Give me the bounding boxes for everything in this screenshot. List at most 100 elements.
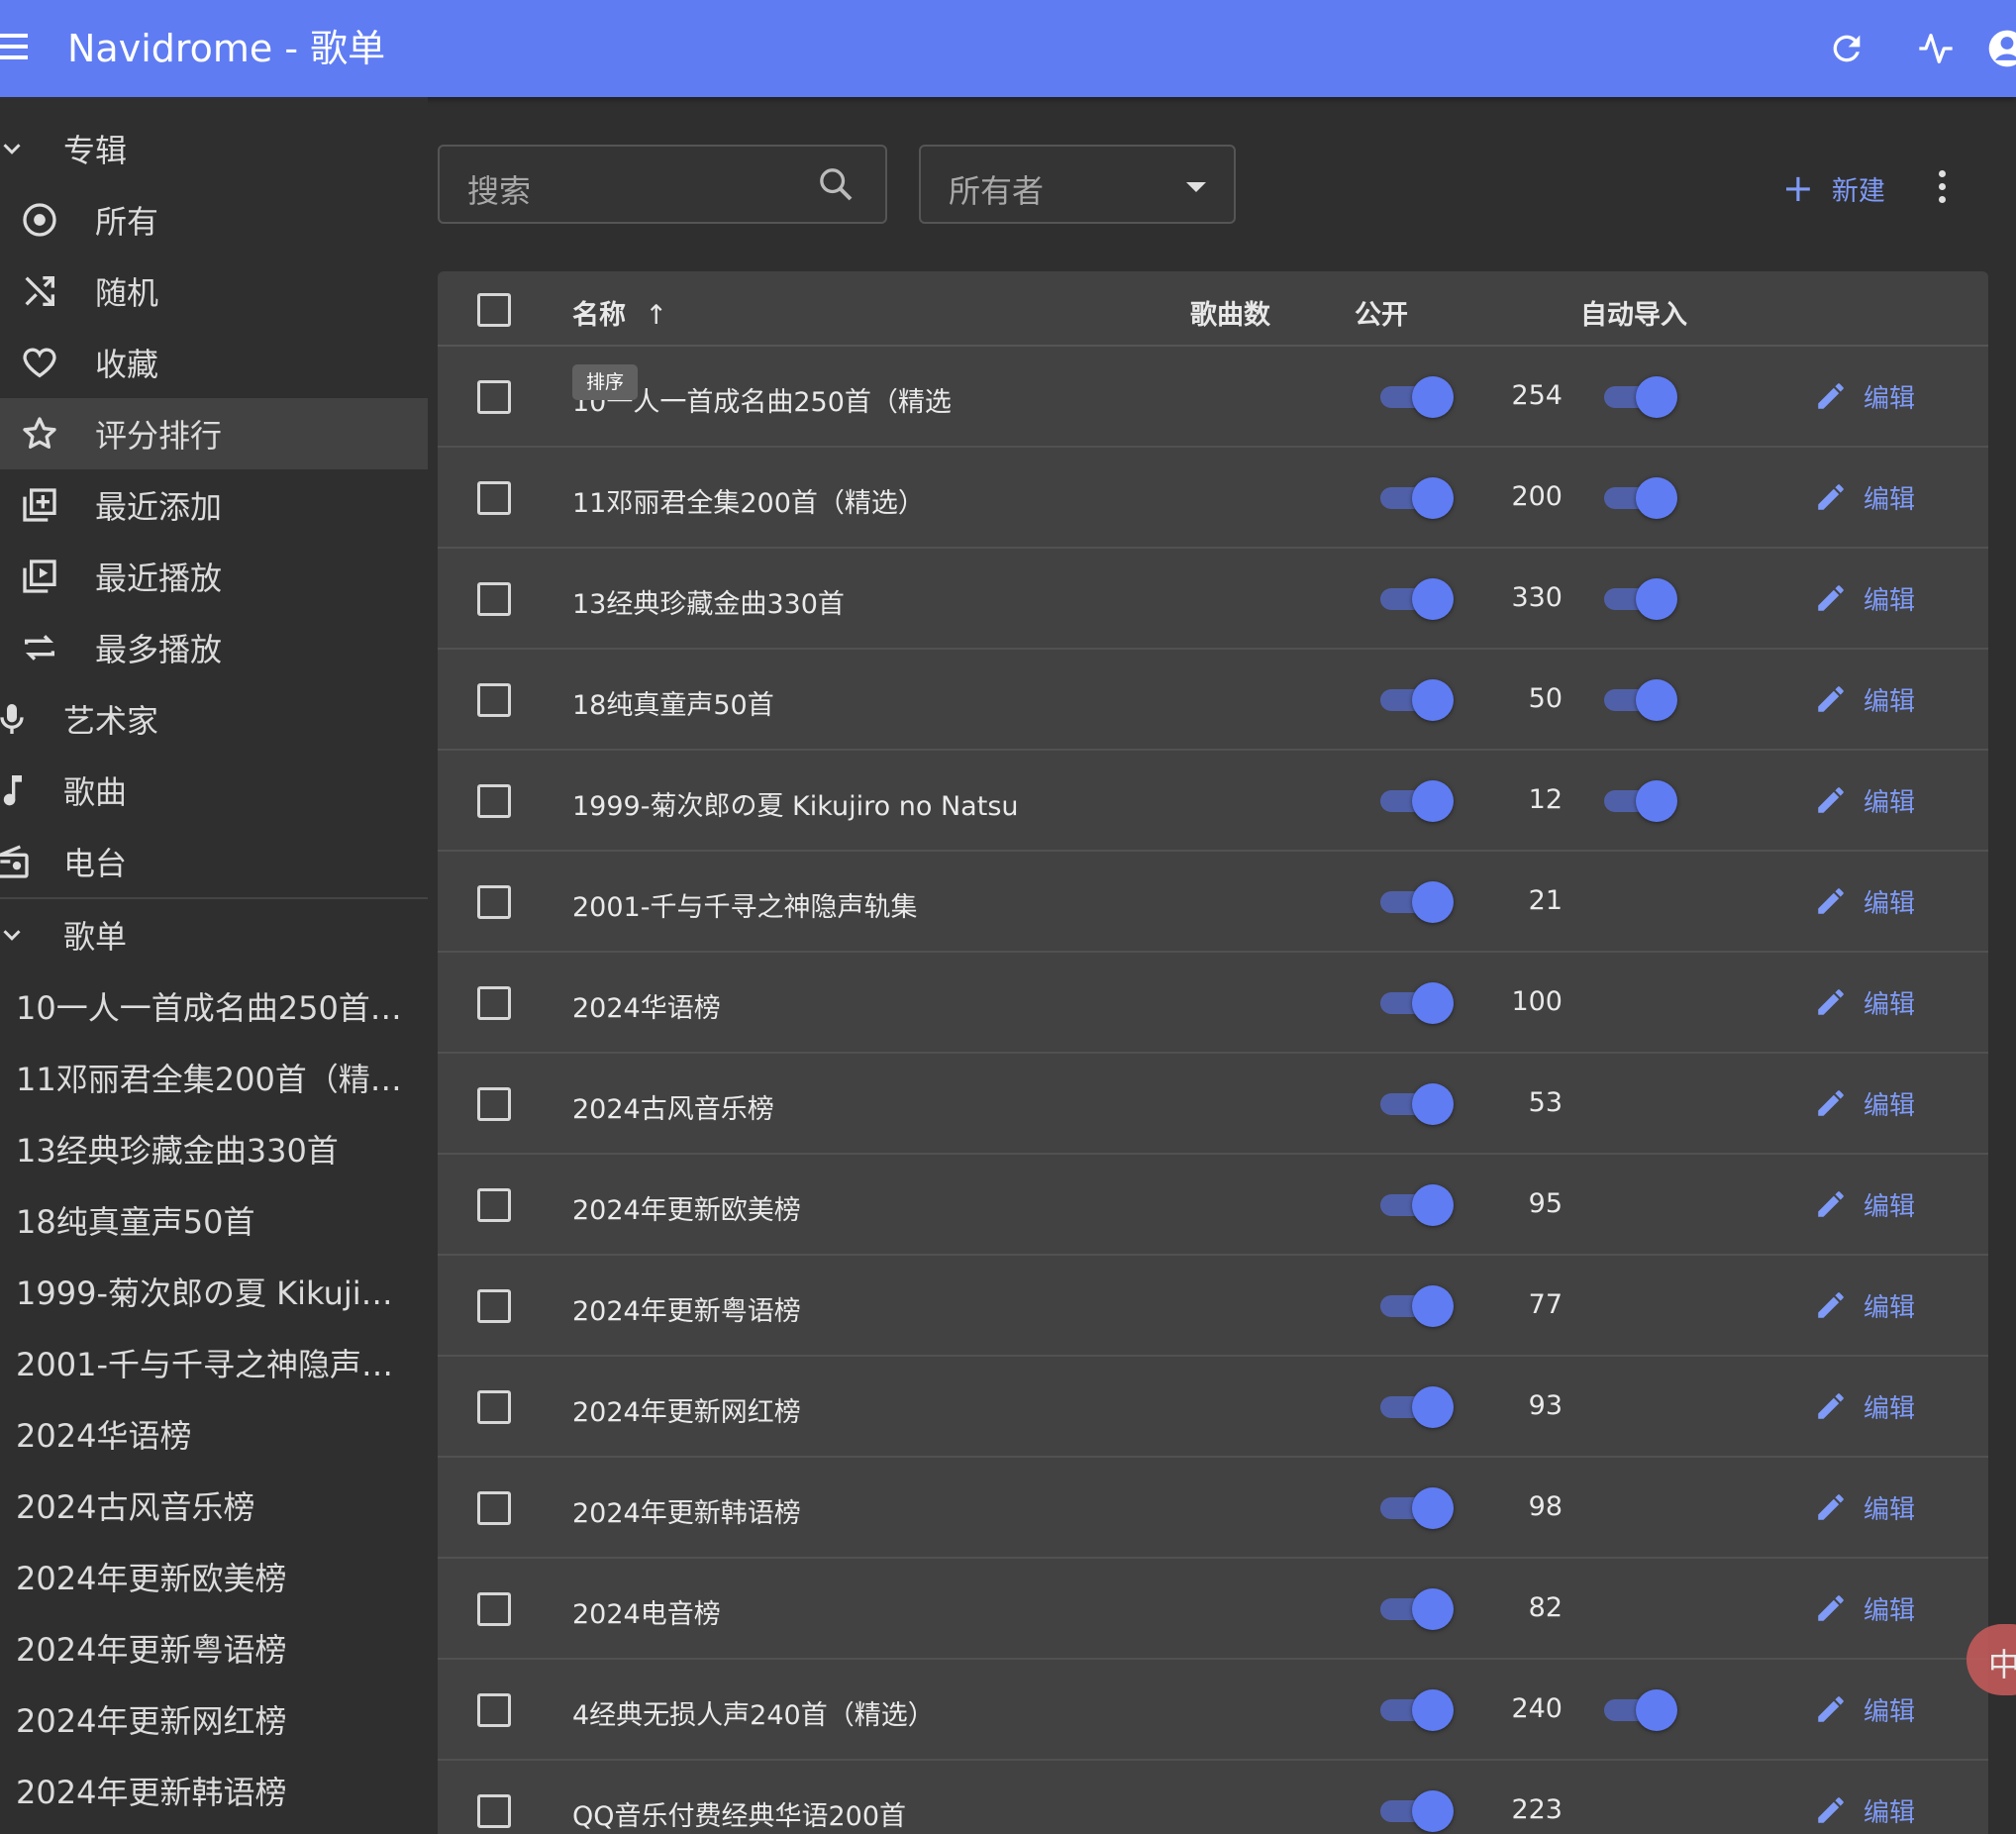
row-checkbox[interactable] [477, 885, 511, 919]
menu-icon[interactable] [0, 34, 30, 63]
table-row[interactable]: 2024年更新网红榜 93 编辑 [438, 1357, 1988, 1458]
sidebar-playlist[interactable]: 2001-千与千寻之神隐声… [0, 1327, 428, 1398]
row-checkbox[interactable] [477, 582, 511, 616]
public-toggle[interactable] [1376, 1184, 1456, 1226]
edit-button[interactable]: 编辑 [1814, 1083, 1915, 1123]
auto-import-toggle[interactable] [1600, 679, 1679, 721]
sidebar-playlist[interactable]: 11邓丽君全集200首（精… [0, 1042, 428, 1113]
edit-button[interactable]: 编辑 [1814, 982, 1915, 1022]
public-toggle[interactable] [1376, 578, 1456, 620]
owner-select[interactable]: 所有者 [919, 145, 1236, 224]
header-count[interactable]: 歌曲数 [1190, 293, 1270, 332]
edit-button[interactable]: 编辑 [1814, 881, 1915, 921]
public-toggle[interactable] [1376, 1386, 1456, 1428]
row-checkbox[interactable] [477, 683, 511, 717]
auto-import-toggle[interactable] [1600, 376, 1679, 418]
public-toggle[interactable] [1376, 679, 1456, 721]
select-all-checkbox[interactable] [477, 293, 511, 327]
table-row[interactable]: 2024年更新韩语榜 98 编辑 [438, 1458, 1988, 1559]
sidebar-playlist[interactable]: 10一人一首成名曲250首… [0, 970, 428, 1042]
row-checkbox[interactable] [477, 1794, 511, 1828]
public-toggle[interactable] [1376, 1790, 1456, 1832]
table-row[interactable]: 10一人一首成名曲250首（精选 254 编辑 [438, 347, 1988, 448]
public-toggle[interactable] [1376, 1689, 1456, 1731]
auto-import-toggle[interactable] [1600, 780, 1679, 822]
auto-import-toggle[interactable] [1600, 477, 1679, 519]
table-row[interactable]: 2024古风音乐榜 53 编辑 [438, 1054, 1988, 1155]
public-toggle[interactable] [1376, 881, 1456, 923]
table-row[interactable]: 11邓丽君全集200首（精选） 200 编辑 [438, 448, 1988, 549]
edit-button[interactable]: 编辑 [1814, 1689, 1915, 1729]
public-toggle[interactable] [1376, 1487, 1456, 1529]
public-toggle[interactable] [1376, 1083, 1456, 1125]
sidebar-playlist[interactable]: 18纯真童声50首 [0, 1184, 428, 1256]
edit-button[interactable]: 编辑 [1814, 1487, 1915, 1527]
sidebar-playlist[interactable]: 2024古风音乐榜 [0, 1470, 428, 1541]
public-toggle[interactable] [1376, 477, 1456, 519]
row-checkbox[interactable] [477, 784, 511, 818]
row-checkbox[interactable] [477, 1491, 511, 1525]
header-public[interactable]: 公开 [1355, 293, 1408, 332]
sidebar-playlist[interactable]: 13经典珍藏金曲330首 [0, 1113, 428, 1184]
public-toggle[interactable] [1376, 982, 1456, 1024]
sidebar-item-random[interactable]: 随机 [0, 255, 428, 327]
edit-button[interactable]: 编辑 [1814, 376, 1915, 416]
sidebar-playlist[interactable]: 2024华语榜 [0, 1398, 428, 1470]
row-checkbox[interactable] [477, 481, 511, 515]
sidebar-item-all[interactable]: 所有 [0, 184, 428, 255]
sidebar-item-top-rated[interactable]: 评分排行 [0, 398, 428, 469]
edit-button[interactable]: 编辑 [1814, 477, 1915, 517]
edit-button[interactable]: 编辑 [1814, 1790, 1915, 1830]
row-checkbox[interactable] [477, 986, 511, 1020]
sidebar-playlist[interactable]: 2024年更新韩语榜 [0, 1755, 428, 1826]
public-toggle[interactable] [1376, 1285, 1456, 1327]
sidebar-section-albums[interactable]: 专辑 [0, 113, 428, 184]
account-icon[interactable] [1982, 24, 2016, 73]
activity-icon[interactable] [1911, 24, 1961, 73]
more-vert-icon[interactable] [1935, 170, 1949, 210]
sidebar-item-recently-added[interactable]: 最近添加 [0, 469, 428, 541]
table-row[interactable]: 2024电音榜 82 编辑 [438, 1559, 1988, 1660]
row-checkbox[interactable] [477, 1188, 511, 1222]
sidebar-playlist[interactable]: 2024年更新网红榜 [0, 1683, 428, 1755]
header-auto-import[interactable]: 自动导入 [1580, 293, 1687, 332]
sidebar-item-most-played[interactable]: 最多播放 [0, 612, 428, 683]
table-row[interactable]: 2024年更新欧美榜 95 编辑 [438, 1155, 1988, 1256]
row-checkbox[interactable] [477, 1693, 511, 1727]
sidebar-item-artists[interactable]: 艺术家 [0, 683, 428, 755]
table-row[interactable]: 2024年更新粤语榜 77 编辑 [438, 1256, 1988, 1357]
edit-button[interactable]: 编辑 [1814, 1184, 1915, 1224]
auto-import-toggle[interactable] [1600, 578, 1679, 620]
row-checkbox[interactable] [477, 1087, 511, 1121]
table-row[interactable]: 2001-千与千寻之神隐声轨集 21 编辑 [438, 852, 1988, 953]
sidebar-item-songs[interactable]: 歌曲 [0, 755, 428, 826]
table-row[interactable]: 13经典珍藏金曲330首 330 编辑 [438, 549, 1988, 650]
sidebar-item-radio[interactable]: 电台 [0, 826, 428, 897]
sidebar-playlist[interactable]: 2024年更新粤语榜 [0, 1612, 428, 1683]
row-checkbox[interactable] [477, 1592, 511, 1626]
row-checkbox[interactable] [477, 1289, 511, 1323]
table-row[interactable]: 1999-菊次郎の夏 Kikujiro no Natsu 12 编辑 [438, 751, 1988, 852]
refresh-icon[interactable] [1822, 24, 1871, 73]
edit-button[interactable]: 编辑 [1814, 1285, 1915, 1325]
search-input[interactable]: 搜索 [438, 145, 887, 224]
sidebar-item-favorites[interactable]: 收藏 [0, 327, 428, 398]
table-row[interactable]: 4经典无损人声240首（精选） 240 编辑 [438, 1660, 1988, 1761]
public-toggle[interactable] [1376, 376, 1456, 418]
table-row[interactable]: 18纯真童声50首 50 编辑 [438, 650, 1988, 751]
edit-button[interactable]: 编辑 [1814, 679, 1915, 719]
table-row[interactable]: QQ音乐付费经典华语200首 223 编辑 [438, 1761, 1988, 1834]
sidebar-playlist[interactable]: 2024年更新欧美榜 [0, 1541, 428, 1612]
auto-import-toggle[interactable] [1600, 1689, 1679, 1731]
row-checkbox[interactable] [477, 1390, 511, 1424]
public-toggle[interactable] [1376, 780, 1456, 822]
edit-button[interactable]: 编辑 [1814, 578, 1915, 618]
row-checkbox[interactable] [477, 380, 511, 414]
sidebar-item-recently-played[interactable]: 最近播放 [0, 541, 428, 612]
public-toggle[interactable] [1376, 1588, 1456, 1630]
edit-button[interactable]: 编辑 [1814, 780, 1915, 820]
table-row[interactable]: 2024华语榜 100 编辑 [438, 953, 1988, 1054]
edit-button[interactable]: 编辑 [1814, 1386, 1915, 1426]
header-name[interactable]: 名称 ↑ [572, 293, 667, 332]
edit-button[interactable]: 编辑 [1814, 1588, 1915, 1628]
